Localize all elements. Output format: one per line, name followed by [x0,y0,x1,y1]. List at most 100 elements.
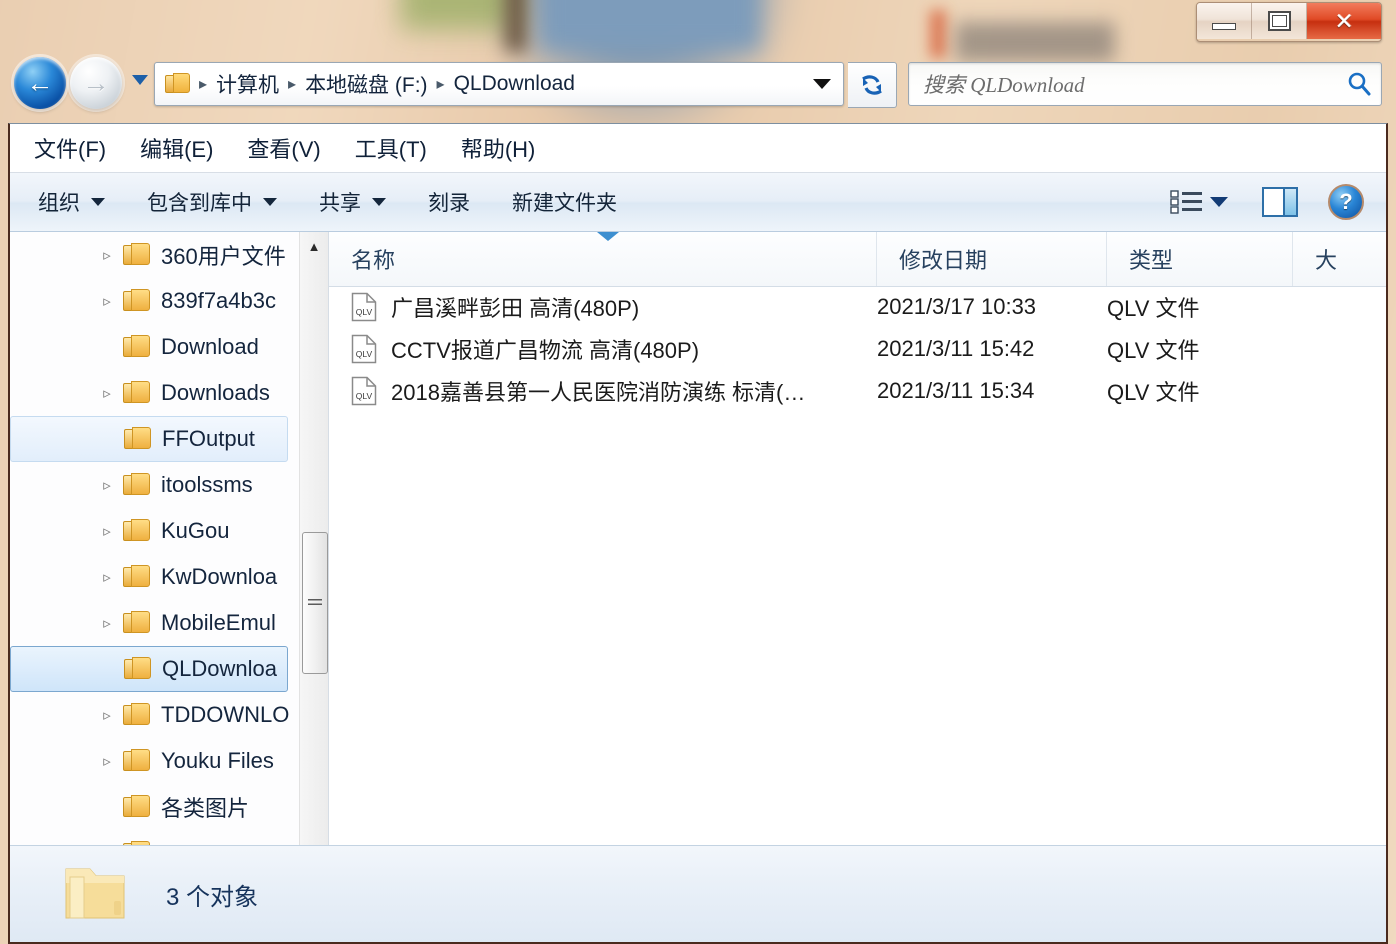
folder-icon [60,863,132,925]
address-bar-row: ← → ▸ 计算机 ▸ 本地磁盘 (F:) ▸ QLDownload 搜索 QL [8,57,1388,113]
tree-item-itoolssms[interactable]: ▹ itoolssms [10,462,300,508]
breadcrumb-separator-1: ▸ [288,76,297,93]
file-name-cell[interactable]: QLV CCTV报道广昌物流 高清(480P) [329,333,877,365]
table-row[interactable]: QLV 广昌溪畔彭田 高清(480P) 2021/3/17 10:33 QLV … [329,286,1386,328]
window-caption-buttons: ✕ [1196,2,1382,42]
folder-icon [122,519,152,543]
tree-item-download[interactable]: Download [10,324,300,370]
breadcrumb-item-drive-f[interactable]: 本地磁盘 (F:) [300,66,432,102]
menu-view[interactable]: 查看(V) [247,132,320,164]
tree-item-360userfiles[interactable]: ▹ 360用户文件 [10,232,300,278]
breadcrumb-address-bar[interactable]: ▸ 计算机 ▸ 本地磁盘 (F:) ▸ QLDownload [154,62,844,106]
breadcrumb-chevron-down-icon[interactable] [813,79,831,89]
status-bar: 3 个对象 [10,845,1386,942]
minimize-button[interactable] [1197,3,1252,39]
expander-icon[interactable]: ▹ [92,292,122,310]
file-rows: QLV 广昌溪畔彭田 高清(480P) 2021/3/17 10:33 QLV … [329,286,1386,902]
menu-edit[interactable]: 编辑(E) [140,132,213,164]
tree-item-label: 839f7a4b3c [161,288,276,313]
organize-label: 组织 [38,192,80,215]
file-modified-cell: 2021/3/11 15:42 [877,336,1035,361]
new-folder-button[interactable]: 新建文件夹 [512,187,617,217]
maximize-icon [1267,11,1291,31]
tree-item-839f7a4b3c[interactable]: ▹ 839f7a4b3c [10,278,300,324]
navpane-scroll-thumb[interactable] [302,532,328,674]
tree-item-label: QLDownloa [162,656,277,681]
forward-arrow-icon: → [82,67,110,98]
table-row[interactable]: QLV CCTV报道广昌物流 高清(480P) 2021/3/11 15:42 … [329,328,1386,370]
tree-item-label: itoolssms [161,472,253,497]
column-header-modified[interactable]: 修改日期 [877,232,1107,286]
expander-icon[interactable]: ▹ [92,752,122,770]
folder-icon [122,243,152,267]
folder-icon [122,473,152,497]
close-icon: ✕ [1334,7,1354,34]
tree-item-mobileemulator[interactable]: ▹ MobileEmul [10,600,300,646]
search-box[interactable]: 搜索 QLDownload [908,62,1382,106]
status-object-count: 3 个对象 [166,883,259,911]
file-name-cell[interactable]: QLV 2018嘉善县第一人民医院消防演练 标清(… [329,375,877,407]
tree-item-label: KuGou [161,518,230,543]
help-glyph: ? [1339,189,1353,214]
search-input[interactable]: 搜索 QLDownload [909,69,1337,99]
svg-text:QLV: QLV [356,391,373,401]
preview-pane-icon[interactable] [1262,187,1298,217]
tree-item-label: TDDOWNLO [161,702,290,727]
menu-help[interactable]: 帮助(H) [461,132,536,164]
tree-item-downloads[interactable]: ▹ Downloads [10,370,300,416]
back-button[interactable]: ← [14,57,66,109]
expander-icon[interactable]: ▹ [92,476,122,494]
menu-tools[interactable]: 工具(T) [355,132,427,164]
folder-icon [165,73,191,95]
maximize-button[interactable] [1252,3,1307,39]
menu-file[interactable]: 文件(F) [34,132,106,164]
tree-item-tddownload[interactable]: ▹ TDDOWNLO [10,692,300,738]
expander-icon[interactable]: ▹ [92,384,122,402]
view-list-icon[interactable] [1170,189,1204,215]
help-icon[interactable]: ? [1328,184,1364,220]
tree-item-label: KwDownloa [161,564,278,589]
column-header-row: 名称 修改日期 类型 大 [329,232,1386,287]
column-header-type[interactable]: 类型 [1107,232,1293,286]
expander-icon[interactable]: ▹ [92,706,122,724]
folder-icon [123,657,153,681]
share-label: 共享 [319,192,361,215]
forward-button[interactable]: → [70,57,122,109]
explorer-body: ▹ 360用户文件 ▹ 839f7a4b3c Download ▹ Downlo… [10,232,1386,942]
view-chevron-down-icon[interactable] [1210,197,1228,207]
tree-item-ffoutput[interactable]: FFOutput [10,416,288,462]
tree-item-youku-files[interactable]: ▹ Youku Files [10,738,300,784]
folder-icon [122,381,152,405]
organize-button[interactable]: 组织 [38,187,105,217]
file-name-cell[interactable]: QLV 广昌溪畔彭田 高清(480P) [329,291,877,323]
scroll-up-icon[interactable]: ▲ [300,232,328,260]
tree-item-kwdownload[interactable]: ▹ KwDownloa [10,554,300,600]
burn-button[interactable]: 刻录 [428,187,470,217]
history-dropdown-icon[interactable] [132,75,148,85]
folder-tree: ▹ 360用户文件 ▹ 839f7a4b3c Download ▹ Downlo… [10,232,300,876]
menu-bar: 文件(F) 编辑(E) 查看(V) 工具(T) 帮助(H) [10,124,1386,173]
expander-icon[interactable]: ▹ [92,614,122,632]
include-in-library-button[interactable]: 包含到库中 [147,187,277,217]
breadcrumb-item-computer[interactable]: 计算机 [211,66,284,102]
share-button[interactable]: 共享 [319,187,386,217]
breadcrumb-item-qldownload[interactable]: QLDownload [449,69,580,99]
refresh-button[interactable] [848,62,897,108]
folder-icon [123,427,153,451]
tree-item-label: Downloads [161,380,270,405]
expander-icon[interactable]: ▹ [92,568,122,586]
expander-icon[interactable]: ▹ [92,246,122,264]
close-button[interactable]: ✕ [1307,3,1381,39]
navpane-scrollbar[interactable]: ▲ ▼ [299,232,328,942]
tree-item-kugou[interactable]: ▹ KuGou [10,508,300,554]
file-type-cell: QLV 文件 [1107,296,1200,321]
tree-item-pictures[interactable]: 各类图片 [10,784,300,830]
tree-item-qldownload[interactable]: QLDownloa [10,646,288,692]
tree-item-label: Youku Files [161,748,274,773]
search-icon[interactable] [1337,70,1381,98]
table-row[interactable]: QLV 2018嘉善县第一人民医院消防演练 标清(… 2021/3/11 15:… [329,370,1386,412]
expander-icon[interactable]: ▹ [92,522,122,540]
column-header-size[interactable]: 大 [1293,232,1353,286]
file-type-cell: QLV 文件 [1107,338,1200,363]
chevron-down-icon [91,198,105,206]
